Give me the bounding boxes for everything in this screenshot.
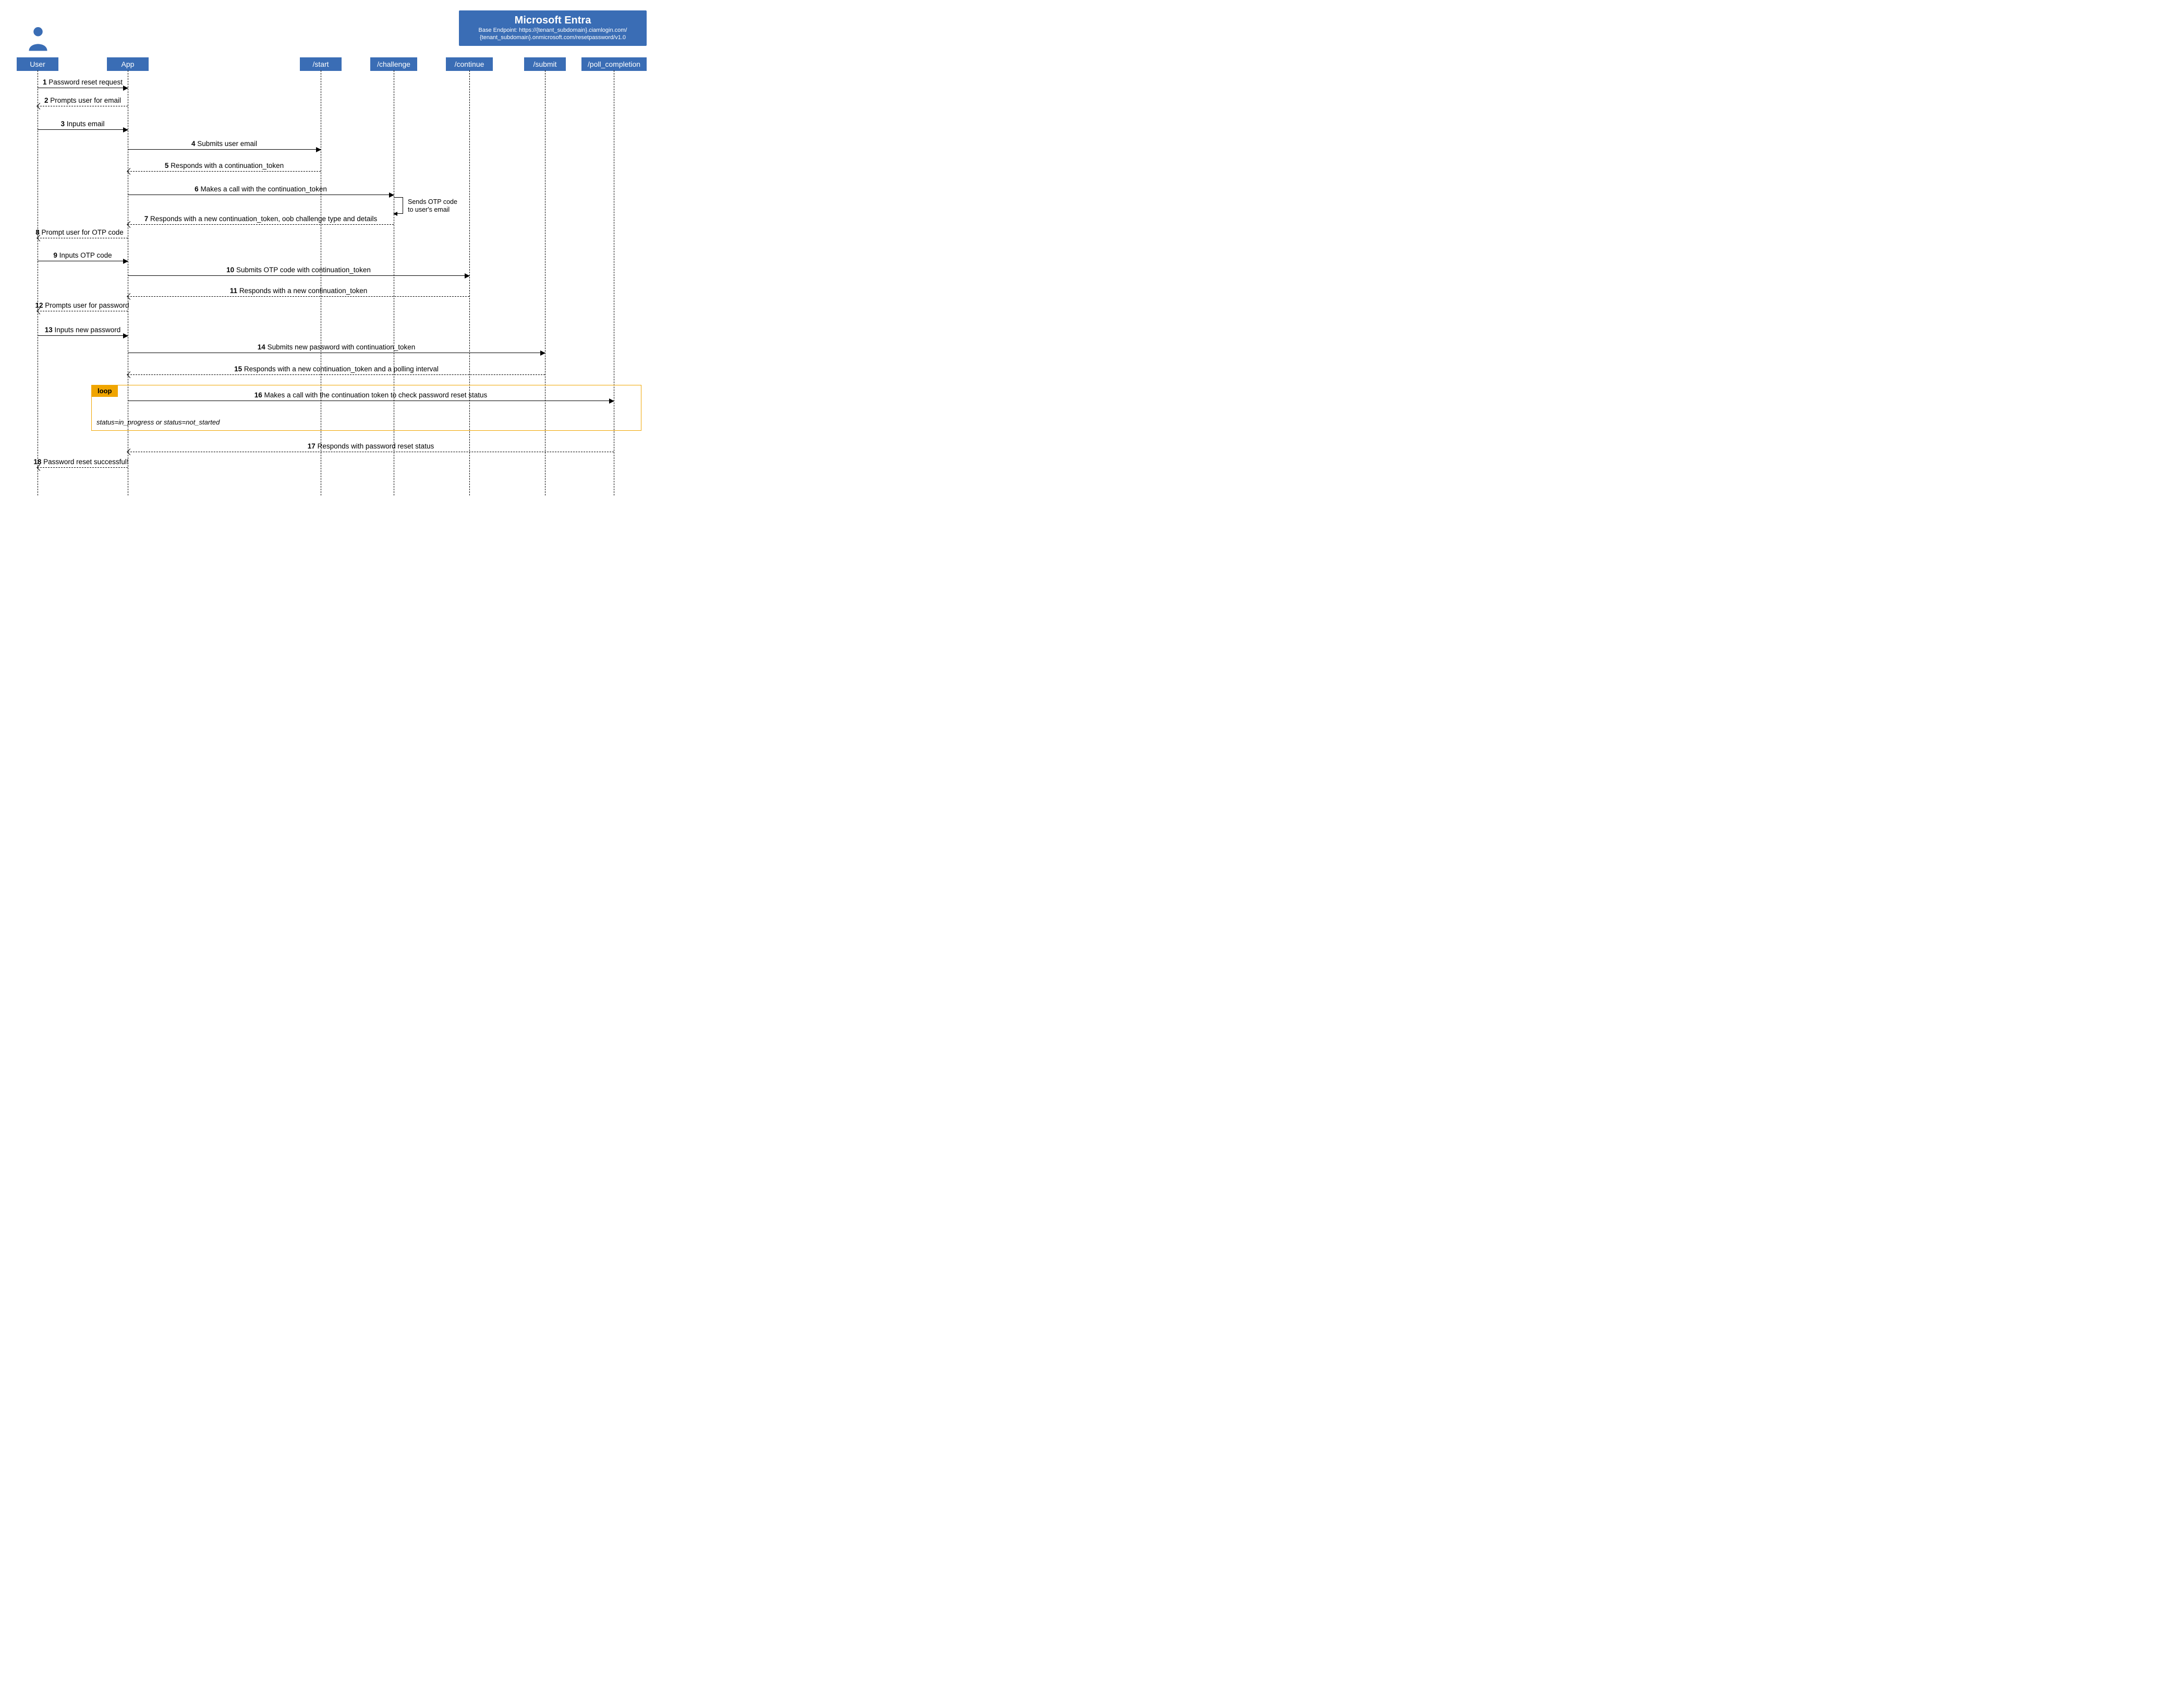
arrow-11 — [128, 296, 469, 297]
msg-6: 6 Makes a call with the continuation_tok… — [128, 185, 394, 193]
msg-18: 18 Password reset successful! — [30, 458, 132, 466]
msg-17: 17 Responds with password reset status — [128, 442, 614, 450]
arrow-15 — [128, 374, 545, 375]
msg-14: 14 Submits new password with continuatio… — [128, 343, 545, 351]
participant-user: User — [17, 57, 58, 71]
msg-5: 5 Responds with a continuation_token — [128, 162, 321, 169]
participant-continue: /continue — [446, 57, 493, 71]
header-sub1: Base Endpoint: https://{tenant_subdomain… — [466, 27, 639, 34]
arrow-18 — [38, 467, 128, 468]
arrow-7 — [128, 224, 394, 225]
msg-3: 3 Inputs email — [38, 120, 128, 128]
arrow-10 — [128, 275, 469, 276]
arrow-5 — [128, 171, 321, 172]
msg-16: 16 Makes a call with the continuation to… — [128, 391, 614, 399]
participant-poll: /poll_completion — [581, 57, 647, 71]
msg-10: 10 Submits OTP code with continuation_to… — [128, 266, 469, 274]
participant-challenge: /challenge — [370, 57, 417, 71]
arrow-3 — [38, 129, 128, 130]
header-title: Microsoft Entra — [466, 15, 639, 27]
msg-2: 2 Prompts user for email — [38, 96, 128, 104]
msg-13: 13 Inputs new password — [38, 326, 128, 334]
participant-start: /start — [300, 57, 342, 71]
msg-7: 7 Responds with a new continuation_token… — [128, 215, 394, 223]
msg-15: 15 Responds with a new continuation_toke… — [128, 365, 545, 373]
header-box: Microsoft Entra Base Endpoint: https://{… — [459, 10, 647, 46]
user-icon — [27, 25, 49, 54]
loop-condition: status=in_progress or status=not_started — [96, 418, 220, 426]
msg-1: 1 Password reset request — [38, 78, 128, 86]
arrow-4 — [128, 149, 321, 150]
msg-9: 9 Inputs OTP code — [38, 251, 128, 259]
sequence-diagram: Microsoft Entra Base Endpoint: https://{… — [10, 10, 647, 495]
msg-8: 8 Prompt user for OTP code — [31, 228, 128, 236]
participant-submit: /submit — [524, 57, 566, 71]
msg-12: 12 Prompts user for password — [31, 301, 133, 309]
arrow-13 — [38, 335, 128, 336]
participant-app: App — [107, 57, 149, 71]
loop-tag: loop — [91, 385, 118, 397]
msg-11: 11 Responds with a new continuation_toke… — [128, 287, 469, 295]
self-note: Sends OTP codeto user's email — [408, 198, 457, 214]
header-sub2: {tenant_subdomain}.onmicrosoft.com/reset… — [466, 34, 639, 41]
msg-4: 4 Submits user email — [128, 140, 321, 148]
lifeline-continue — [469, 70, 470, 495]
